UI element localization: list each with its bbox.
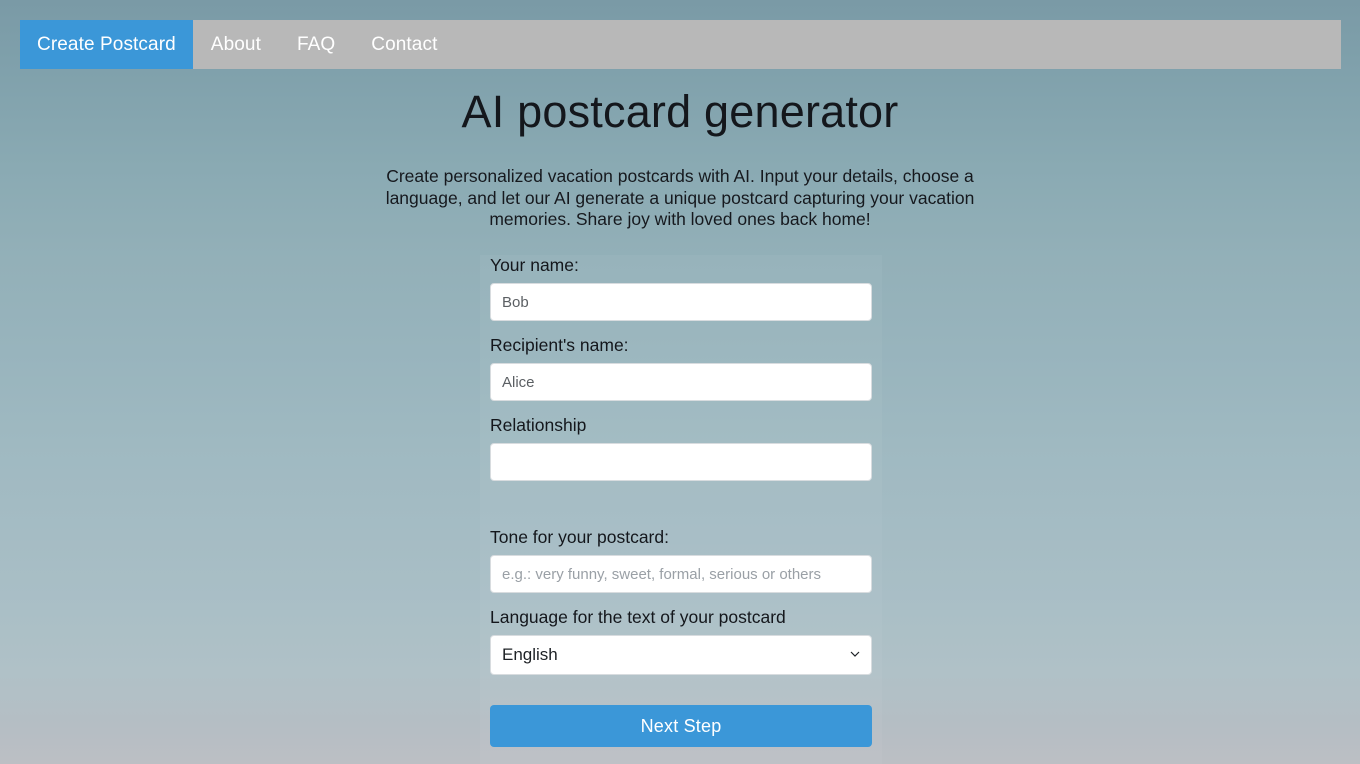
recipient-name-input[interactable] [490, 363, 872, 401]
language-select[interactable]: English [490, 635, 872, 675]
page-title: AI postcard generator [461, 86, 899, 137]
field-group-tone: Tone for your postcard: [490, 527, 872, 593]
tone-input[interactable] [490, 555, 872, 593]
your-name-input[interactable] [490, 283, 872, 321]
nav-item-label: About [210, 33, 261, 55]
nav-item-label: FAQ [296, 33, 336, 55]
nav-item-about[interactable]: About [193, 20, 279, 69]
postcard-form-panel: Your name: Recipient's name: Relationshi… [480, 255, 882, 764]
tone-label: Tone for your postcard: [490, 527, 669, 547]
nav-item-label: Contact [371, 33, 438, 55]
field-group-recipient-name: Recipient's name: [490, 335, 872, 401]
field-group-language: Language for the text of your postcard E… [490, 607, 872, 675]
relationship-label: Relationship [490, 415, 587, 435]
nav-item-contact[interactable]: Contact [353, 20, 455, 69]
language-label: Language for the text of your postcard [490, 607, 786, 627]
page-subtitle: Create personalized vacation postcards w… [385, 166, 975, 229]
main-navbar: Create Postcard About FAQ Contact [20, 20, 1341, 69]
relationship-input[interactable] [490, 443, 872, 481]
field-group-relationship: Relationship [490, 415, 872, 481]
nav-item-create-postcard[interactable]: Create Postcard [20, 20, 193, 69]
your-name-label: Your name: [490, 255, 579, 275]
nav-item-faq[interactable]: FAQ [279, 20, 353, 69]
nav-item-label: Create Postcard [37, 33, 176, 55]
field-group-your-name: Your name: [490, 255, 872, 321]
next-step-button[interactable]: Next Step [490, 705, 872, 747]
recipient-name-label: Recipient's name: [490, 335, 629, 355]
